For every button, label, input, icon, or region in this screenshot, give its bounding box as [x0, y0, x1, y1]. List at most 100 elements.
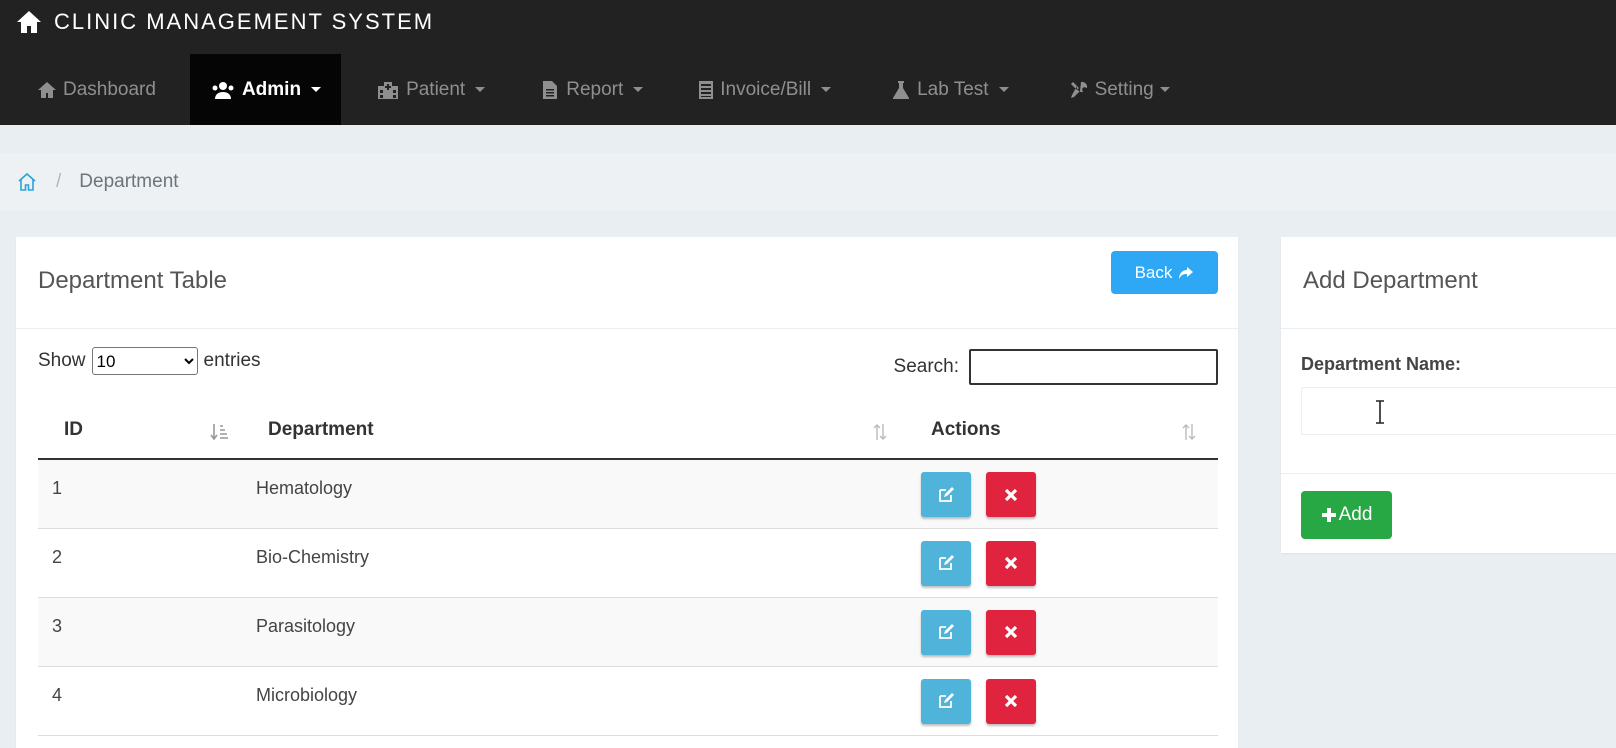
column-header-id[interactable]: ID [38, 402, 248, 460]
nav-item-patient[interactable]: Patient [341, 54, 520, 125]
edit-button[interactable] [921, 472, 971, 517]
sort-ascending-icon [210, 424, 228, 441]
cell-actions [909, 528, 1218, 598]
page-size-control: Show 10 entries [38, 347, 261, 375]
table-header-row: ID Department Actions [38, 402, 1218, 460]
nav-item-label: Setting [1094, 78, 1154, 100]
page-size-select[interactable]: 10 [91, 347, 198, 375]
nav-item-label: Patient [406, 78, 466, 100]
edit-button[interactable] [921, 678, 971, 724]
back-button[interactable]: Back [1111, 251, 1218, 294]
caret-down-icon [998, 87, 1009, 92]
text-cursor-icon [1376, 400, 1384, 424]
home-icon [17, 11, 41, 33]
app-title: CLINIC MANAGEMENT SYSTEM [54, 9, 435, 34]
cell-actions [909, 459, 1218, 529]
list-icon [699, 80, 714, 99]
plus-icon [1321, 508, 1336, 522]
add-button-label: Add [1338, 504, 1373, 525]
sort-icon [1182, 424, 1196, 440]
add-button[interactable]: Add [1301, 491, 1392, 539]
nav-item-label: Report [566, 78, 624, 100]
cell-id: 1 [38, 459, 248, 529]
delete-button[interactable] [986, 609, 1037, 655]
sort-icon [873, 424, 887, 440]
document-icon [543, 80, 558, 99]
department-name-label: Department Name: [1301, 354, 1462, 374]
show-label: Show [38, 350, 86, 371]
nav-item-lab-test[interactable]: Lab Test [861, 54, 1038, 125]
hospital-icon [378, 81, 399, 99]
card-header: Add Department [1281, 237, 1616, 329]
breadcrumb: / Department [0, 153, 1616, 211]
column-header-actions[interactable]: Actions [909, 402, 1218, 460]
department-table-card: Department Table Back Show 10 entries Se… [16, 237, 1238, 748]
edit-button[interactable] [921, 609, 971, 655]
caret-down-icon [475, 87, 486, 92]
department-table: ID Department Actions 1 Hematology 2 Bio… [38, 402, 1218, 736]
caret-down-icon [633, 87, 644, 92]
table-controls: Show 10 entries Search: [38, 347, 1218, 391]
nav-item-invoice[interactable]: Invoice/Bill [663, 54, 861, 125]
cell-department: Microbiology [248, 666, 909, 736]
cell-actions [909, 597, 1218, 667]
column-header-label: ID [64, 419, 83, 440]
nav-item-report[interactable]: Report [520, 54, 663, 125]
column-header-label: Department [268, 419, 374, 440]
nav-item-label: Invoice/Bill [720, 78, 812, 100]
table-row: 2 Bio-Chemistry [38, 528, 1218, 598]
nav-item-dashboard[interactable]: Dashboard [0, 54, 190, 125]
caret-down-icon [1159, 87, 1170, 92]
column-header-label: Actions [931, 419, 1001, 440]
cell-department: Hematology [248, 459, 909, 529]
search-label: Search: [893, 356, 959, 377]
card-header: Department Table Back [16, 237, 1238, 329]
edit-icon [939, 693, 954, 708]
breadcrumb-current: Department [79, 171, 179, 192]
edit-icon [939, 486, 954, 502]
caret-down-icon [311, 87, 322, 92]
share-arrow-icon [1179, 266, 1194, 279]
cell-department: Parasitology [248, 597, 909, 667]
cell-id: 4 [38, 666, 248, 736]
close-icon [1004, 694, 1018, 708]
wrench-icon [1070, 81, 1087, 98]
close-icon [1004, 488, 1018, 501]
main-nav: Dashboard Admin Patient Report Invoice/B… [0, 54, 1616, 125]
table-row: 4 Microbiology [38, 666, 1218, 736]
delete-button[interactable] [986, 472, 1037, 517]
column-header-department[interactable]: Department [248, 402, 909, 460]
cell-actions [909, 666, 1218, 736]
edit-icon [939, 555, 954, 570]
table-row: 1 Hematology [38, 459, 1218, 529]
breadcrumb-separator: / [56, 171, 62, 192]
cell-id: 2 [38, 528, 248, 598]
nav-item-label: Dashboard [63, 78, 156, 100]
search-input[interactable] [969, 349, 1218, 385]
users-icon [212, 81, 234, 99]
edit-button[interactable] [921, 540, 971, 586]
home-icon[interactable] [16, 171, 38, 193]
department-name-input[interactable] [1301, 387, 1616, 435]
delete-button[interactable] [986, 678, 1037, 724]
close-icon [1004, 625, 1018, 639]
app-brand[interactable]: CLINIC MANAGEMENT SYSTEM [16, 6, 434, 38]
delete-button[interactable] [986, 540, 1037, 586]
nav-item-setting[interactable]: Setting [1039, 54, 1190, 125]
cell-id: 3 [38, 597, 248, 667]
divider [1281, 473, 1616, 474]
flask-icon [893, 80, 910, 99]
nav-item-label: Admin [241, 78, 302, 100]
caret-down-icon [821, 87, 832, 92]
entries-label: entries [203, 350, 261, 371]
edit-icon [939, 624, 954, 639]
card-title: Add Department [1303, 267, 1478, 294]
nav-item-label: Lab Test [917, 78, 989, 100]
table-row: 3 Parasitology [38, 597, 1218, 667]
cell-department: Bio-Chemistry [248, 528, 909, 598]
add-department-card: Add Department Department Name: Add [1281, 237, 1616, 553]
nav-item-admin[interactable]: Admin [189, 54, 342, 125]
back-button-label: Back [1134, 262, 1173, 282]
table-search: Search: [894, 349, 1218, 385]
top-navbar: CLINIC MANAGEMENT SYSTEM Dashboard Admin… [0, 0, 1616, 125]
